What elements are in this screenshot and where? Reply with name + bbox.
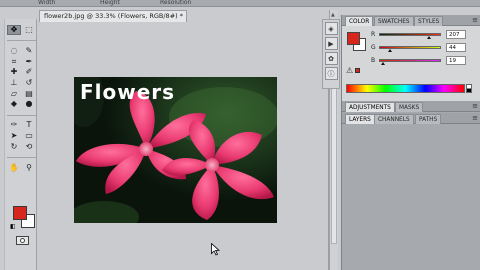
- toolbox-divider: [7, 40, 36, 42]
- info-panel-icon[interactable]: ⓘ: [324, 67, 338, 80]
- options-bar: Width Height Resolution: [0, 0, 480, 7]
- tab-styles[interactable]: STYLES: [414, 16, 444, 26]
- pen-tool-icon[interactable]: ✑: [7, 120, 21, 130]
- foreground-color-swatch[interactable]: [13, 206, 27, 220]
- options-fragment: Width: [38, 0, 56, 6]
- green-slider-thumb[interactable]: [387, 49, 392, 52]
- hand-tool-icon[interactable]: ✋: [7, 163, 21, 173]
- blue-slider[interactable]: [379, 59, 441, 62]
- clone-stamp-tool-icon[interactable]: ⊥: [7, 78, 21, 88]
- toolbox-divider: [7, 114, 36, 116]
- tab-color[interactable]: COLOR: [345, 16, 374, 26]
- red-value-field[interactable]: 207: [446, 30, 466, 39]
- image-text-layer: Flowers: [80, 80, 176, 104]
- tab-swatches[interactable]: SWATCHES: [374, 16, 414, 26]
- green-channel-row: G 44: [371, 43, 479, 53]
- history-brush-tool-icon[interactable]: ↺: [22, 78, 36, 88]
- red-slider-thumb[interactable]: [427, 36, 432, 39]
- layers-panel-tabs: LAYERS CHANNELS PATHS ≡: [342, 113, 480, 124]
- panel-menu-icon[interactable]: ≡: [472, 15, 478, 25]
- quick-select-tool-icon[interactable]: ✎: [22, 46, 36, 56]
- layers-panel[interactable]: [342, 124, 480, 270]
- red-slider[interactable]: [379, 33, 441, 36]
- options-fragment: Height: [100, 0, 120, 6]
- document-tab[interactable]: flower2b.jpg @ 33.3% (Flowers, RGB/8#) *…: [39, 10, 187, 22]
- color-panel: R 207 G 44 B 19 ⚠: [342, 26, 480, 101]
- shape-tool-icon[interactable]: ▭: [22, 131, 36, 141]
- 3d-orbit-tool-icon[interactable]: ⟲: [22, 142, 36, 152]
- blue-channel-label: B: [371, 57, 376, 64]
- 3d-rotate-tool-icon[interactable]: ↻: [7, 142, 21, 152]
- blue-slider-thumb[interactable]: [381, 62, 386, 65]
- options-fragment: Resolution: [160, 0, 192, 6]
- blur-tool-icon[interactable]: ◆: [7, 99, 21, 109]
- tab-layers[interactable]: LAYERS: [345, 114, 375, 124]
- eraser-tool-icon[interactable]: ▱: [7, 89, 21, 99]
- blue-channel-row: B 19: [371, 56, 479, 66]
- quick-mask-button[interactable]: [16, 236, 29, 245]
- red-channel-label: R: [371, 31, 376, 38]
- tool-grid: ✥ ⬚ ◌ ✎ ⌗ ✒ ✚ ✐ ⊥ ↺ ▱ ▤ ◆ ● ✑ T ➤ ▭ ↻ ⟲ ✋ ⚲: [7, 25, 36, 173]
- adjustments-panel-tabs: ADJUSTMENTS MASKS ≡: [342, 101, 480, 112]
- mouse-pointer-icon: [211, 243, 220, 256]
- document-tab-title: flower2b.jpg @ 33.3% (Flowers, RGB/8#) *: [44, 12, 183, 20]
- zoom-tool-icon[interactable]: ⚲: [22, 163, 36, 173]
- healing-brush-tool-icon[interactable]: ✚: [7, 67, 21, 77]
- panel-menu-icon[interactable]: ≡: [472, 101, 478, 111]
- tab-adjustments[interactable]: ADJUSTMENTS: [345, 102, 395, 112]
- tab-channels[interactable]: CHANNELS: [374, 114, 414, 124]
- blue-value-field[interactable]: 19: [446, 56, 466, 65]
- green-value-field[interactable]: 44: [446, 43, 466, 52]
- panel-foreground-swatch[interactable]: [347, 32, 360, 45]
- tab-masks[interactable]: MASKS: [395, 102, 424, 112]
- lasso-tool-icon[interactable]: ◌: [7, 46, 21, 56]
- marquee-tool-icon[interactable]: ⬚: [22, 25, 36, 35]
- actions-panel-icon[interactable]: ▶: [324, 37, 338, 50]
- default-colors-icon[interactable]: ◧: [10, 223, 16, 230]
- black-white-swatch[interactable]: [466, 84, 472, 93]
- tools-panel: ✥ ⬚ ◌ ✎ ⌗ ✒ ✚ ✐ ⊥ ↺ ▱ ▤ ◆ ● ✑ T ➤ ▭ ↻ ⟲ ✋ ⚲ ◧: [4, 19, 37, 270]
- scroll-up-icon[interactable]: ▲: [331, 12, 335, 18]
- history-panel-icon[interactable]: ◈: [324, 22, 338, 35]
- brush-tool-icon[interactable]: ✐: [22, 67, 36, 77]
- crop-tool-icon[interactable]: ⌗: [7, 57, 21, 67]
- panel-menu-icon[interactable]: ≡: [472, 113, 478, 123]
- dodge-tool-icon[interactable]: ●: [22, 99, 36, 109]
- panel-dock: COLOR SWATCHES STYLES ≡ R 207 G 44 B 19 …: [341, 15, 480, 270]
- gradient-tool-icon[interactable]: ▤: [22, 89, 36, 99]
- color-spectrum-bar[interactable]: [346, 84, 465, 93]
- move-tool-icon[interactable]: ✥: [7, 25, 21, 35]
- gamut-correction-swatch[interactable]: [355, 68, 360, 73]
- quick-mask-icon: [20, 238, 25, 243]
- collapsed-panel-dock: ◈ ▶ ✿ ⓘ: [322, 19, 340, 89]
- eyedropper-tool-icon[interactable]: ✒: [22, 57, 36, 67]
- red-channel-row: R 207: [371, 30, 479, 40]
- green-channel-label: G: [371, 44, 376, 51]
- toolbox-divider: [7, 156, 36, 158]
- brushes-panel-icon[interactable]: ✿: [324, 52, 338, 65]
- type-tool-icon[interactable]: T: [22, 120, 36, 130]
- out-of-gamut-warning-icon[interactable]: ⚠: [346, 66, 353, 75]
- path-select-tool-icon[interactable]: ➤: [7, 131, 21, 141]
- color-panel-tabs: COLOR SWATCHES STYLES ≡: [342, 15, 480, 26]
- tab-paths[interactable]: PATHS: [415, 114, 442, 124]
